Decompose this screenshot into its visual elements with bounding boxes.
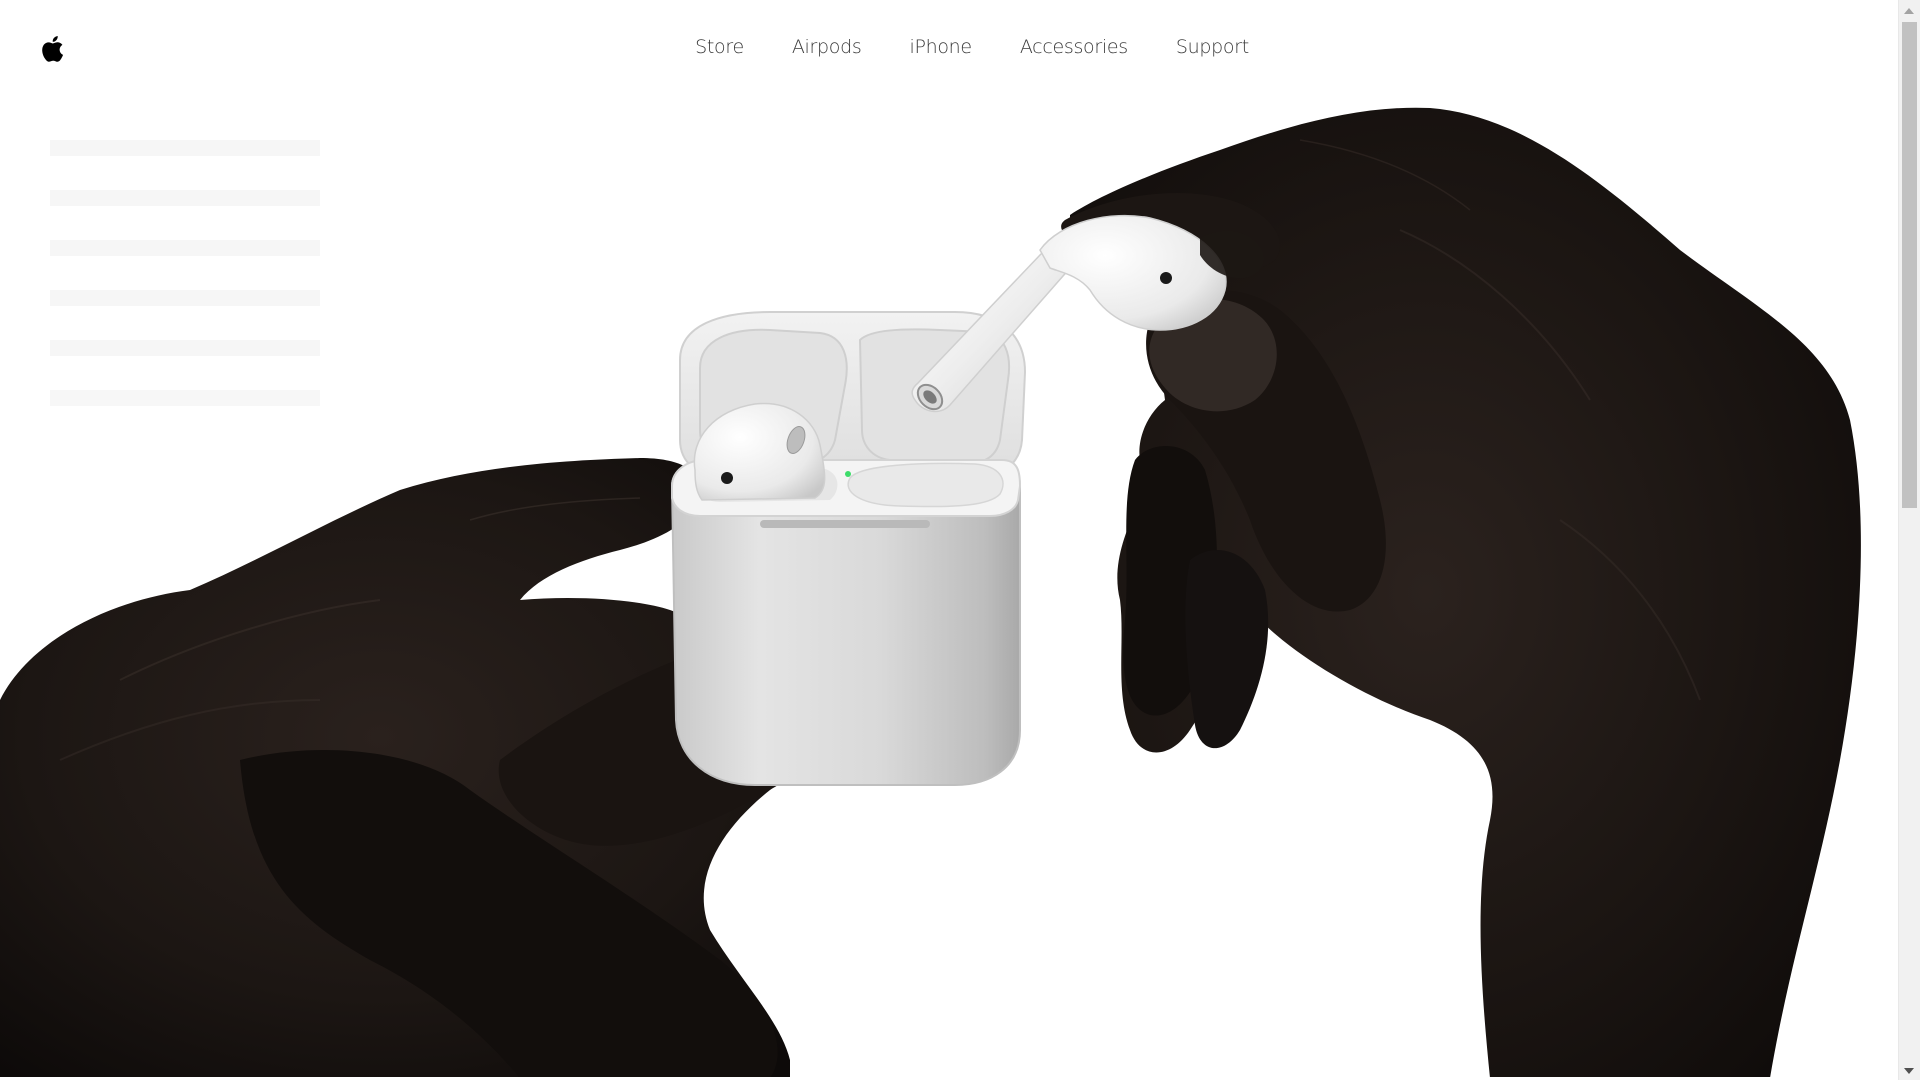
scroll-up-arrow-icon[interactable]: [1904, 8, 1914, 14]
nav-item-accessories[interactable]: Accessories: [1020, 36, 1128, 58]
airpods-case: [670, 311, 1027, 786]
nav-item-support[interactable]: Support: [1176, 36, 1249, 58]
main-nav: Store Airpods iPhone Accessories Support: [0, 36, 1898, 58]
airpods-hands-illustration: [0, 107, 1861, 1078]
top-navigation: Store Airpods iPhone Accessories Support: [0, 0, 1898, 100]
nav-item-iphone[interactable]: iPhone: [909, 36, 972, 58]
nav-item-store[interactable]: Store: [695, 36, 744, 58]
scroll-down-arrow-icon[interactable]: [1904, 1068, 1914, 1074]
nav-item-airpods[interactable]: Airpods: [792, 36, 862, 58]
hero-image: [0, 0, 1898, 1078]
scroll-thumb[interactable]: [1902, 22, 1917, 508]
page: Store Airpods iPhone Accessories Support: [0, 0, 1920, 1080]
vertical-scrollbar[interactable]: [1898, 0, 1920, 1080]
